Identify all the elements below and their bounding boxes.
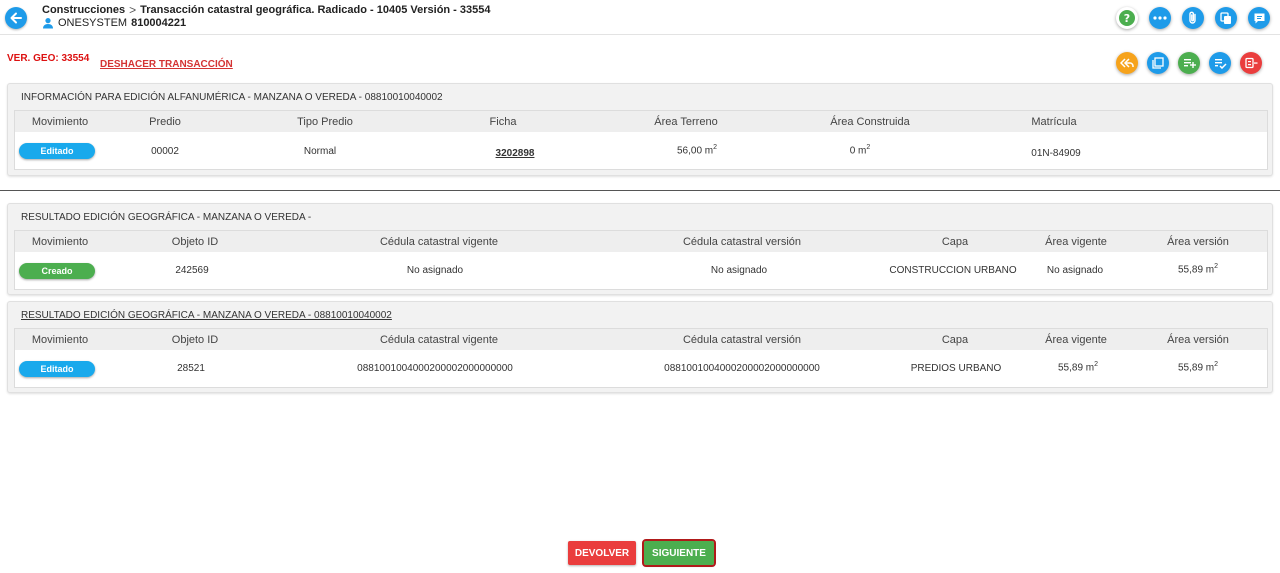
movement-badge[interactable]: Editado bbox=[19, 361, 95, 377]
arrow-left-icon bbox=[10, 12, 22, 24]
panel-title: RESULTADO EDICIÓN GEOGRÁFICA - MANZANA O… bbox=[21, 212, 312, 223]
user-name: ONESYSTEM bbox=[58, 17, 128, 29]
column-header: Movimiento bbox=[31, 116, 89, 128]
column-header: Capa bbox=[941, 334, 969, 346]
add-to-list-button[interactable] bbox=[1178, 52, 1200, 74]
table-header: Movimiento Predio Tipo Predio Ficha Área… bbox=[15, 111, 1267, 132]
reply-all-button[interactable] bbox=[1116, 52, 1138, 74]
column-header: Área Terreno bbox=[654, 116, 718, 128]
transaction-actions bbox=[1116, 52, 1262, 74]
capa-cell: CONSTRUCCION URBANO bbox=[889, 265, 1017, 276]
playlist-check-icon bbox=[1214, 59, 1227, 69]
documents-button[interactable] bbox=[1215, 7, 1237, 29]
comment-icon bbox=[1254, 13, 1264, 23]
help-icon: ? bbox=[1119, 10, 1135, 26]
column-header: Área vigente bbox=[1045, 236, 1107, 248]
reply-all-icon bbox=[1120, 58, 1134, 68]
breadcrumb: Construcciones > Transacción catastral g… bbox=[42, 3, 491, 17]
header-actions: ? bbox=[1116, 7, 1270, 29]
table-header: Movimiento Objeto ID Cédula catastral vi… bbox=[15, 231, 1267, 252]
panel-title: INFORMACIÓN PARA EDICIÓN ALFANUMÉRICA - … bbox=[21, 92, 443, 103]
column-header: Área versión bbox=[1167, 236, 1229, 248]
breadcrumb-current: Transacción catastral geográfica. Radica… bbox=[140, 4, 491, 16]
alphanumeric-table: Movimiento Predio Tipo Predio Ficha Área… bbox=[14, 110, 1268, 170]
column-header: Cédula catastral vigente bbox=[379, 236, 499, 248]
checklist-button[interactable] bbox=[1209, 52, 1231, 74]
column-header: Área Construida bbox=[830, 116, 910, 128]
table-header: Movimiento Objeto ID Cédula catastral vi… bbox=[15, 329, 1267, 350]
svg-text:?: ? bbox=[1124, 12, 1130, 25]
cedula-version-cell: No asignado bbox=[710, 265, 768, 276]
objeto-id-cell: 242569 bbox=[175, 265, 209, 276]
cedula-vigente-cell: No asignado bbox=[406, 265, 464, 276]
column-header: Cédula catastral versión bbox=[682, 334, 802, 346]
ficha-link[interactable]: 3202898 bbox=[496, 148, 535, 159]
area-construida-cell: 0 m2 bbox=[849, 144, 871, 157]
geo-version-label: VER. GEO: 33554 bbox=[7, 53, 90, 64]
capa-cell: PREDIOS URBANO bbox=[910, 363, 1002, 374]
back-button[interactable] bbox=[5, 7, 27, 29]
column-header: Cédula catastral versión bbox=[682, 236, 802, 248]
user-icon bbox=[43, 18, 53, 29]
top-header: Construcciones > Transacción catastral g… bbox=[0, 0, 1280, 35]
column-header: Capa bbox=[941, 236, 969, 248]
predio-cell: 00002 bbox=[151, 146, 179, 157]
next-button[interactable]: SIGUIENTE bbox=[642, 539, 716, 567]
column-header: Movimiento bbox=[31, 236, 89, 248]
geographic-result-table: Movimiento Objeto ID Cédula catastral vi… bbox=[14, 230, 1268, 290]
cedula-version-cell: 0881001004000200002000000000 bbox=[664, 363, 820, 374]
cedula-vigente-cell: 0881001004000200002000000000 bbox=[357, 363, 513, 374]
area-version-cell: 55,89 m2 bbox=[1177, 263, 1219, 276]
column-header: Matrícula bbox=[1031, 116, 1077, 128]
chevron-right-icon: > bbox=[129, 3, 137, 17]
section-divider bbox=[0, 190, 1280, 191]
geographic-result-table: Movimiento Objeto ID Cédula catastral vi… bbox=[14, 328, 1268, 388]
movement-badge[interactable]: Creado bbox=[19, 263, 95, 279]
paperclip-icon bbox=[1189, 11, 1196, 24]
more-options-button[interactable] bbox=[1149, 7, 1171, 29]
view-document-button[interactable] bbox=[1147, 52, 1169, 74]
area-version-cell: 55,89 m2 bbox=[1177, 361, 1219, 374]
column-header: Predio bbox=[149, 116, 181, 128]
column-header: Objeto ID bbox=[171, 236, 219, 248]
user-info: ONESYSTEM 810004221 bbox=[42, 17, 186, 29]
user-id: 810004221 bbox=[131, 17, 187, 29]
help-button[interactable]: ? bbox=[1116, 7, 1138, 29]
column-header: Cédula catastral vigente bbox=[379, 334, 499, 346]
column-header: Movimiento bbox=[31, 334, 89, 346]
objeto-id-cell: 28521 bbox=[177, 363, 205, 374]
remove-record-icon bbox=[1244, 57, 1257, 69]
comments-button[interactable] bbox=[1248, 7, 1270, 29]
movement-badge[interactable]: Editado bbox=[19, 143, 95, 159]
panel-title-link[interactable]: RESULTADO EDICIÓN GEOGRÁFICA - MANZANA O… bbox=[21, 310, 392, 321]
area-terreno-cell: 56,00 m2 bbox=[676, 144, 718, 157]
area-vigente-cell: 55,89 m2 bbox=[1057, 361, 1099, 374]
matricula-cell: 01N-84909 bbox=[1031, 148, 1081, 159]
column-header: Objeto ID bbox=[171, 334, 219, 346]
return-button[interactable]: DEVOLVER bbox=[568, 541, 636, 565]
geographic-result-panel-predio: RESULTADO EDICIÓN GEOGRÁFICA - MANZANA O… bbox=[7, 301, 1273, 393]
tipo-predio-cell: Normal bbox=[303, 146, 337, 157]
copy-documents-icon bbox=[1220, 11, 1231, 24]
geographic-result-panel: RESULTADO EDICIÓN GEOGRÁFICA - MANZANA O… bbox=[7, 203, 1273, 295]
more-horizontal-icon bbox=[1153, 16, 1167, 20]
undo-transaction-link[interactable]: DESHACER TRANSACCIÓN bbox=[100, 59, 233, 70]
breadcrumb-root[interactable]: Construcciones bbox=[42, 4, 125, 16]
playlist-add-icon bbox=[1183, 59, 1196, 68]
delete-record-button[interactable] bbox=[1240, 52, 1262, 74]
column-header: Área versión bbox=[1167, 334, 1229, 346]
attachment-button[interactable] bbox=[1182, 7, 1204, 29]
column-header: Tipo Predio bbox=[297, 116, 353, 128]
column-header: Ficha bbox=[489, 116, 517, 128]
document-copy-icon bbox=[1152, 57, 1164, 69]
area-vigente-cell: No asignado bbox=[1046, 265, 1104, 276]
column-header: Área vigente bbox=[1045, 334, 1107, 346]
alphanumeric-edit-panel: INFORMACIÓN PARA EDICIÓN ALFANUMÉRICA - … bbox=[7, 83, 1273, 176]
